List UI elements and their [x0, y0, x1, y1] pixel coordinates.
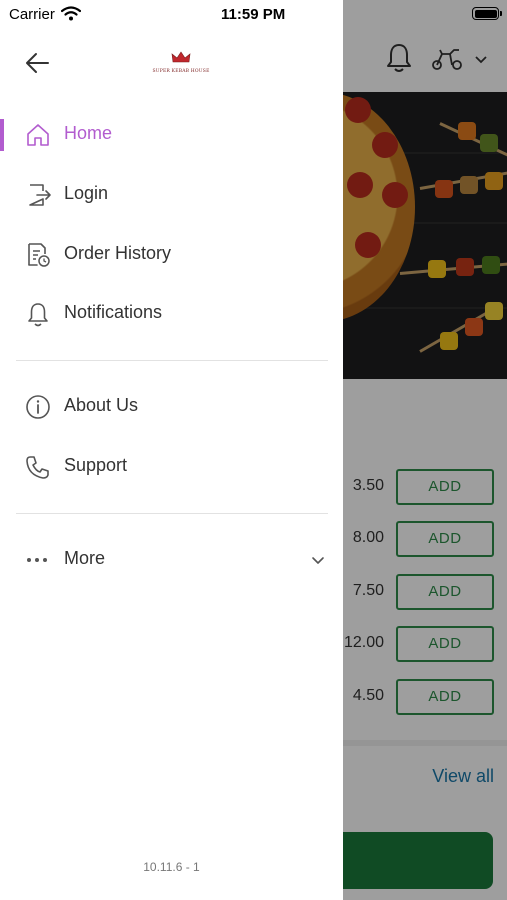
menu-divider [16, 360, 328, 361]
login-icon [29, 184, 51, 206]
menu-item-label: Support [64, 455, 128, 475]
carrier-label: Carrier [9, 6, 55, 23]
menu-item-login[interactable]: Login [0, 167, 343, 223]
back-arrow-icon[interactable] [22, 48, 56, 78]
battery-icon [472, 7, 502, 20]
restaurant-logo: SUPER KEBAB HOUSE [150, 50, 212, 74]
wifi-icon [61, 6, 81, 21]
clock-time: 11:59 PM [221, 6, 286, 23]
menu-item-label: Home [64, 123, 113, 143]
menu-item-about-us[interactable]: About Us [0, 379, 343, 435]
menu-item-label: More [64, 548, 106, 568]
logo-text: SUPER KEBAB HOUSE [152, 69, 210, 74]
crown-logo-icon [171, 51, 191, 63]
bell-icon [28, 303, 48, 327]
navigation-drawer: SUPER KEBAB HOUSE Home Login Order Histo… [0, 0, 343, 900]
menu-item-home[interactable]: Home [0, 107, 343, 163]
status-bar: Carrier 11:59 PM [0, 0, 507, 30]
app-version: 10.11.6 - 1 [143, 860, 200, 874]
menu-item-notifications[interactable]: Notifications [0, 286, 343, 342]
menu-item-label: Notifications [64, 302, 163, 322]
menu-divider [16, 513, 328, 514]
info-icon [26, 395, 50, 419]
menu-item-label: About Us [64, 395, 139, 415]
more-dots-icon [27, 558, 47, 562]
active-indicator [0, 119, 4, 151]
menu-item-label: Order History [64, 243, 172, 263]
menu-item-more[interactable]: More [0, 532, 343, 588]
menu-item-support[interactable]: Support [0, 439, 343, 495]
chevron-down-icon[interactable] [308, 550, 328, 570]
menu-item-label: Login [64, 183, 109, 203]
menu-item-order-history[interactable]: Order History [0, 227, 343, 283]
order-history-icon [28, 243, 50, 267]
phone-icon [26, 456, 49, 479]
drawer-header: SUPER KEBAB HOUSE [0, 30, 343, 92]
home-icon [27, 124, 49, 146]
